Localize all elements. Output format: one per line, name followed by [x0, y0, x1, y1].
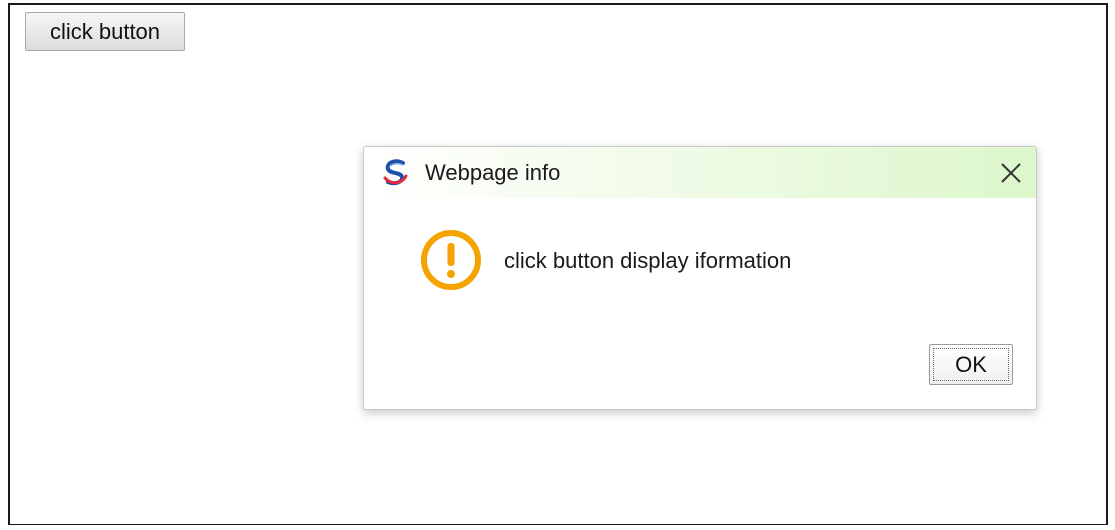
dialog-message: click button display iformation	[504, 248, 792, 273]
dialog-titlebar[interactable]: Webpage info	[364, 147, 1036, 198]
close-button[interactable]	[996, 158, 1026, 188]
webpage-info-dialog: Webpage info click button display iforma…	[363, 146, 1037, 410]
dialog-title: Webpage info	[425, 160, 561, 185]
browser-logo-icon	[383, 159, 408, 186]
close-icon	[1001, 163, 1021, 183]
ok-button[interactable]: OK	[929, 344, 1013, 385]
warning-icon	[421, 230, 481, 290]
click-button[interactable]: click button	[25, 12, 185, 51]
